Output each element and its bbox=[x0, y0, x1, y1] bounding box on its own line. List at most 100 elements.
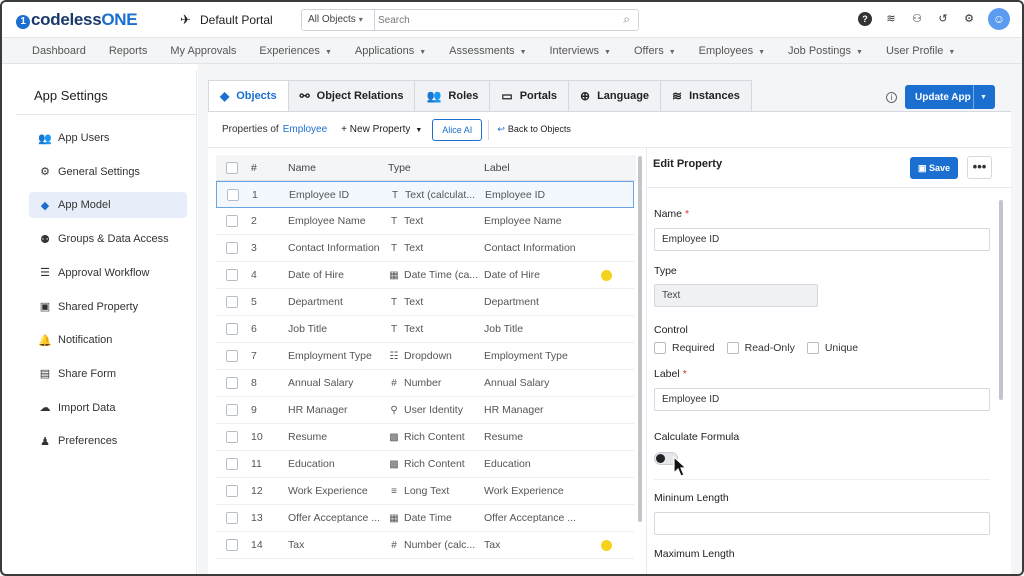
save-button[interactable]: ▣ Save bbox=[910, 157, 958, 179]
sidebar-item-app-model[interactable]: ◆ App Model bbox=[29, 192, 187, 219]
nav-item-job-postings[interactable]: Job Postings ▼ bbox=[788, 45, 863, 57]
row-checkbox[interactable] bbox=[226, 215, 238, 227]
table-row[interactable]: 6 Job Title T Text Job Title bbox=[216, 316, 634, 343]
row-checkbox[interactable] bbox=[226, 269, 238, 281]
tab-roles[interactable]: 👥 Roles bbox=[415, 80, 491, 112]
table-row[interactable]: 9 HR Manager ⚲ User Identity HR Manager bbox=[216, 397, 634, 424]
sidebar-item-notification[interactable]: 🔔 Notification bbox=[29, 327, 187, 353]
row-checkbox[interactable] bbox=[226, 350, 238, 362]
row-checkbox[interactable] bbox=[226, 404, 238, 416]
sidebar-item-app-users[interactable]: 👥 App Users bbox=[29, 125, 187, 151]
paper-plane-icon: ✈ bbox=[180, 12, 191, 27]
gear-icon[interactable]: ⚙ bbox=[962, 12, 976, 26]
user-avatar-icon[interactable]: ☺ bbox=[988, 8, 1010, 30]
object-name-link[interactable]: Employee bbox=[283, 124, 327, 135]
edit-panel-scrollbar[interactable] bbox=[999, 200, 1003, 400]
header-type[interactable]: Type bbox=[388, 155, 480, 181]
sidebar-item-general-settings[interactable]: ⚙ General Settings bbox=[29, 159, 187, 185]
sidebar-item-label: App Model bbox=[58, 199, 111, 212]
table-row[interactable]: 14 Tax # Number (calc... Tax bbox=[216, 532, 634, 559]
row-checkbox[interactable] bbox=[226, 485, 238, 497]
select-all-checkbox[interactable] bbox=[226, 162, 238, 174]
row-type: ⚲ User Identity bbox=[388, 397, 480, 423]
tab-portals[interactable]: ▭ Portals bbox=[490, 80, 570, 112]
table-row[interactable]: 7 Employment Type ☷ Dropdown Employment Type bbox=[216, 343, 634, 370]
alice-ai-button[interactable]: Alice AI bbox=[432, 118, 483, 141]
row-checkbox[interactable] bbox=[226, 458, 238, 470]
search-scope-select[interactable]: All Objects ▾ bbox=[302, 10, 375, 30]
nav-item-applications[interactable]: Applications ▼ bbox=[355, 45, 426, 57]
row-label: Job Title bbox=[484, 323, 524, 335]
row-checkbox[interactable] bbox=[226, 242, 238, 254]
new-property-button[interactable]: + New Property ▼ bbox=[341, 124, 422, 135]
sidebar-item-approval-workflow[interactable]: ☰ Approval Workflow bbox=[29, 260, 187, 286]
row-checkbox[interactable] bbox=[226, 296, 238, 308]
chevron-down-icon[interactable]: ▼ bbox=[974, 94, 987, 101]
tab-objects[interactable]: ◆ Objects bbox=[208, 80, 289, 112]
app-settings-sidebar: App Settings 👥 App Users ⚙ General Settings… bbox=[16, 70, 197, 574]
nav-item-employees[interactable]: Employees ▼ bbox=[699, 45, 765, 57]
min-length-input[interactable] bbox=[654, 512, 990, 535]
sidebar-item-share-form[interactable]: ▤ Share Form bbox=[29, 361, 187, 387]
table-row[interactable]: 3 Contact Information T Text Contact Informa… bbox=[216, 235, 634, 262]
table-row[interactable]: 8 Annual Salary # Number Annual Salary bbox=[216, 370, 634, 397]
sidebar-item-import-data[interactable]: ☁ Import Data bbox=[29, 395, 187, 421]
nav-item-assessments[interactable]: Assessments ▼ bbox=[449, 45, 526, 57]
row-checkbox[interactable] bbox=[226, 512, 238, 524]
required-checkbox[interactable]: Required bbox=[654, 342, 715, 354]
nav-item-experiences[interactable]: Experiences ▼ bbox=[259, 45, 331, 57]
portal-switcher[interactable]: ✈ Default Portal bbox=[180, 12, 273, 28]
label-input[interactable]: Employee ID bbox=[654, 388, 990, 411]
table-row[interactable]: 4 Date of Hire ▦ Date Time (ca... Date of Hi… bbox=[216, 262, 634, 289]
nav-item-my-approvals[interactable]: My Approvals bbox=[170, 45, 236, 57]
more-options-button[interactable]: ••• bbox=[967, 156, 992, 179]
back-to-objects-button[interactable]: ↩ Back to Objects bbox=[497, 124, 571, 135]
nav-item-reports[interactable]: Reports bbox=[109, 45, 148, 57]
name-input[interactable]: Employee ID bbox=[654, 228, 990, 251]
sidebar-item-label: General Settings bbox=[58, 165, 140, 178]
table-row[interactable]: 5 Department T Text Department bbox=[216, 289, 634, 316]
row-checkbox[interactable] bbox=[226, 431, 238, 443]
table-scrollbar[interactable] bbox=[638, 156, 642, 522]
table-row[interactable]: 11 Education ▩ Rich Content Education bbox=[216, 451, 634, 478]
sidebar-item-shared-property[interactable]: ▣ Shared Property bbox=[29, 294, 187, 320]
header-name[interactable]: Name bbox=[288, 155, 384, 181]
tab-object-relations[interactable]: ⚯ Object Relations bbox=[288, 80, 416, 112]
search-input[interactable] bbox=[378, 12, 608, 28]
help-icon[interactable]: ? bbox=[858, 12, 872, 26]
sidebar-item-groups-data-access[interactable]: ⚉ Groups & Data Access bbox=[29, 226, 187, 252]
chevron-down-icon: ▼ bbox=[519, 48, 527, 56]
sidebar-item-preferences[interactable]: ♟ Preferences bbox=[29, 428, 187, 454]
update-app-button[interactable]: Update App ▼ bbox=[905, 85, 995, 109]
add-user-icon[interactable]: ⚇ bbox=[910, 12, 924, 26]
table-row[interactable]: 12 Work Experience ≡ Long Text Work Experien… bbox=[216, 478, 634, 505]
tab-language[interactable]: ⊕ Language bbox=[569, 80, 662, 112]
database-icon[interactable]: ≋ bbox=[884, 12, 898, 26]
read-only-checkbox[interactable]: Read-Only bbox=[726, 342, 795, 354]
table-row[interactable]: 10 Resume ▩ Rich Content Resume bbox=[216, 424, 634, 451]
row-checkbox[interactable] bbox=[226, 539, 238, 551]
header-num[interactable]: # bbox=[251, 155, 281, 181]
row-checkbox[interactable] bbox=[227, 189, 239, 201]
unique-checkbox[interactable]: Unique bbox=[806, 342, 858, 354]
row-checkbox[interactable] bbox=[226, 377, 238, 389]
header-label[interactable]: Label bbox=[484, 155, 594, 181]
nav-item-user-profile[interactable]: User Profile ▼ bbox=[886, 45, 955, 57]
search-icon[interactable]: ⌕ bbox=[623, 12, 630, 27]
tab-instances[interactable]: ≋ Instances bbox=[661, 80, 752, 112]
table-row[interactable]: 13 Offer Acceptance ... ▦ Date Time Offer Ac… bbox=[216, 505, 634, 532]
sidebar-item-label: App Users bbox=[58, 132, 110, 144]
nav-item-interviews[interactable]: Interviews ▼ bbox=[550, 45, 611, 57]
table-row[interactable]: 1 Employee ID T Text (calculat... Employee I… bbox=[216, 181, 634, 208]
nav-item-dashboard[interactable]: Dashboard bbox=[32, 45, 86, 57]
status-dot-icon bbox=[601, 540, 612, 551]
history-icon[interactable]: ↺ bbox=[936, 12, 950, 26]
logo-accent: ONE bbox=[101, 10, 138, 29]
app-logo[interactable]: 1 codelessONE bbox=[16, 10, 138, 30]
row-checkbox[interactable] bbox=[226, 323, 238, 335]
table-row[interactable]: 2 Employee Name T Text Employee Name bbox=[216, 208, 634, 235]
row-label: Date of Hire bbox=[484, 269, 541, 281]
back-arrow-icon: ↩ bbox=[497, 124, 505, 134]
nav-item-offers[interactable]: Offers ▼ bbox=[634, 45, 676, 57]
info-icon[interactable]: i bbox=[886, 92, 897, 103]
